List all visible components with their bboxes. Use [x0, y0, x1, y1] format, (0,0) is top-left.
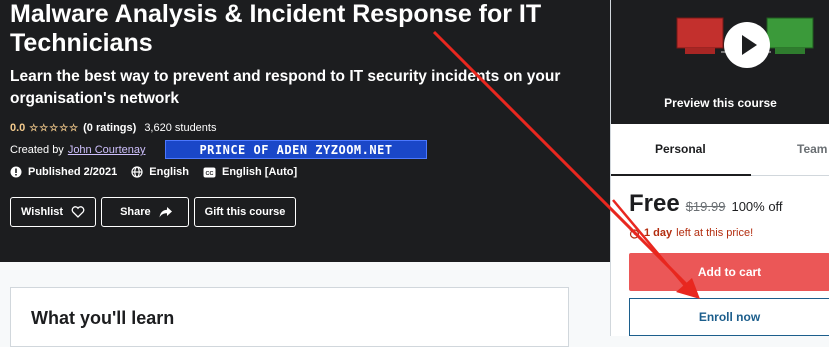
share-button[interactable]: Share [101, 197, 189, 227]
star-rating-icon: ☆☆☆☆☆ [29, 122, 80, 134]
language-text: English [149, 166, 189, 178]
created-by-label: Created by [10, 144, 64, 156]
heart-icon [71, 206, 85, 218]
closed-captions-icon: CC [203, 167, 216, 178]
course-subtitle: Learn the best way to prevent and respon… [10, 68, 561, 107]
captions-text: English [Auto] [222, 166, 298, 178]
instructor-link[interactable]: John Courtenay [68, 144, 146, 156]
created-by: Created by John Courtenay [10, 144, 145, 156]
share-arrow-icon [159, 206, 172, 218]
published-item: Published 2/2021 [10, 166, 117, 178]
rating-count-link[interactable]: (0 ratings) [83, 122, 136, 134]
timer-duration: 1 day [644, 227, 673, 239]
course-preview[interactable]: Preview this course [611, 0, 829, 124]
current-price: Free [629, 190, 680, 217]
rating-row: 0.0 ☆☆☆☆☆ (0 ratings) 3,620 students [10, 122, 216, 134]
course-meta: Published 2/2021 English CC English [Aut… [10, 166, 305, 178]
globe-icon [131, 166, 143, 178]
students-count: 3,620 students [144, 122, 217, 134]
language-item: English [131, 166, 189, 178]
rating-value: 0.0 [10, 122, 26, 134]
tab-team[interactable]: Team [797, 142, 827, 156]
published-date: Published 2/2021 [28, 166, 118, 178]
purchase-tabs: Personal Team [611, 125, 829, 176]
price-row: Free $19.99 100% off [629, 190, 783, 218]
wishlist-label: Wishlist [21, 206, 64, 218]
svg-text:CC: CC [206, 170, 214, 176]
discount-percent: 100% off [731, 199, 783, 214]
play-icon[interactable] [724, 22, 770, 68]
what-youll-learn-panel: What you'll learn [10, 287, 569, 347]
timer-text: left at this price! [676, 227, 754, 239]
share-label: Share [120, 206, 151, 218]
price-timer: 1 day left at this price! [629, 227, 753, 239]
watermark-banner: PRINCE OF ADEN ZYZOOM.NET [165, 140, 427, 159]
enroll-now-button[interactable]: Enroll now [629, 298, 829, 336]
purchase-sidebar: Preview this course Personal Team Free $… [610, 0, 829, 336]
captions-item: CC English [Auto] [203, 166, 297, 178]
original-price: $19.99 [685, 199, 726, 214]
what-youll-learn-heading: What you'll learn [31, 308, 175, 328]
tab-personal[interactable]: Personal [655, 142, 706, 156]
alarm-clock-icon [629, 228, 640, 239]
wishlist-button[interactable]: Wishlist [10, 197, 97, 227]
alert-badge-icon [10, 166, 22, 178]
gift-course-button[interactable]: Gift this course [193, 197, 297, 227]
preview-label: Preview this course [664, 96, 777, 110]
active-tab-indicator [611, 174, 751, 176]
action-buttons: Wishlist Share Gift this course [10, 197, 297, 227]
add-to-cart-button[interactable]: Add to cart [629, 253, 829, 291]
course-title: Malware Analysis & Incident Response for… [10, 0, 542, 57]
